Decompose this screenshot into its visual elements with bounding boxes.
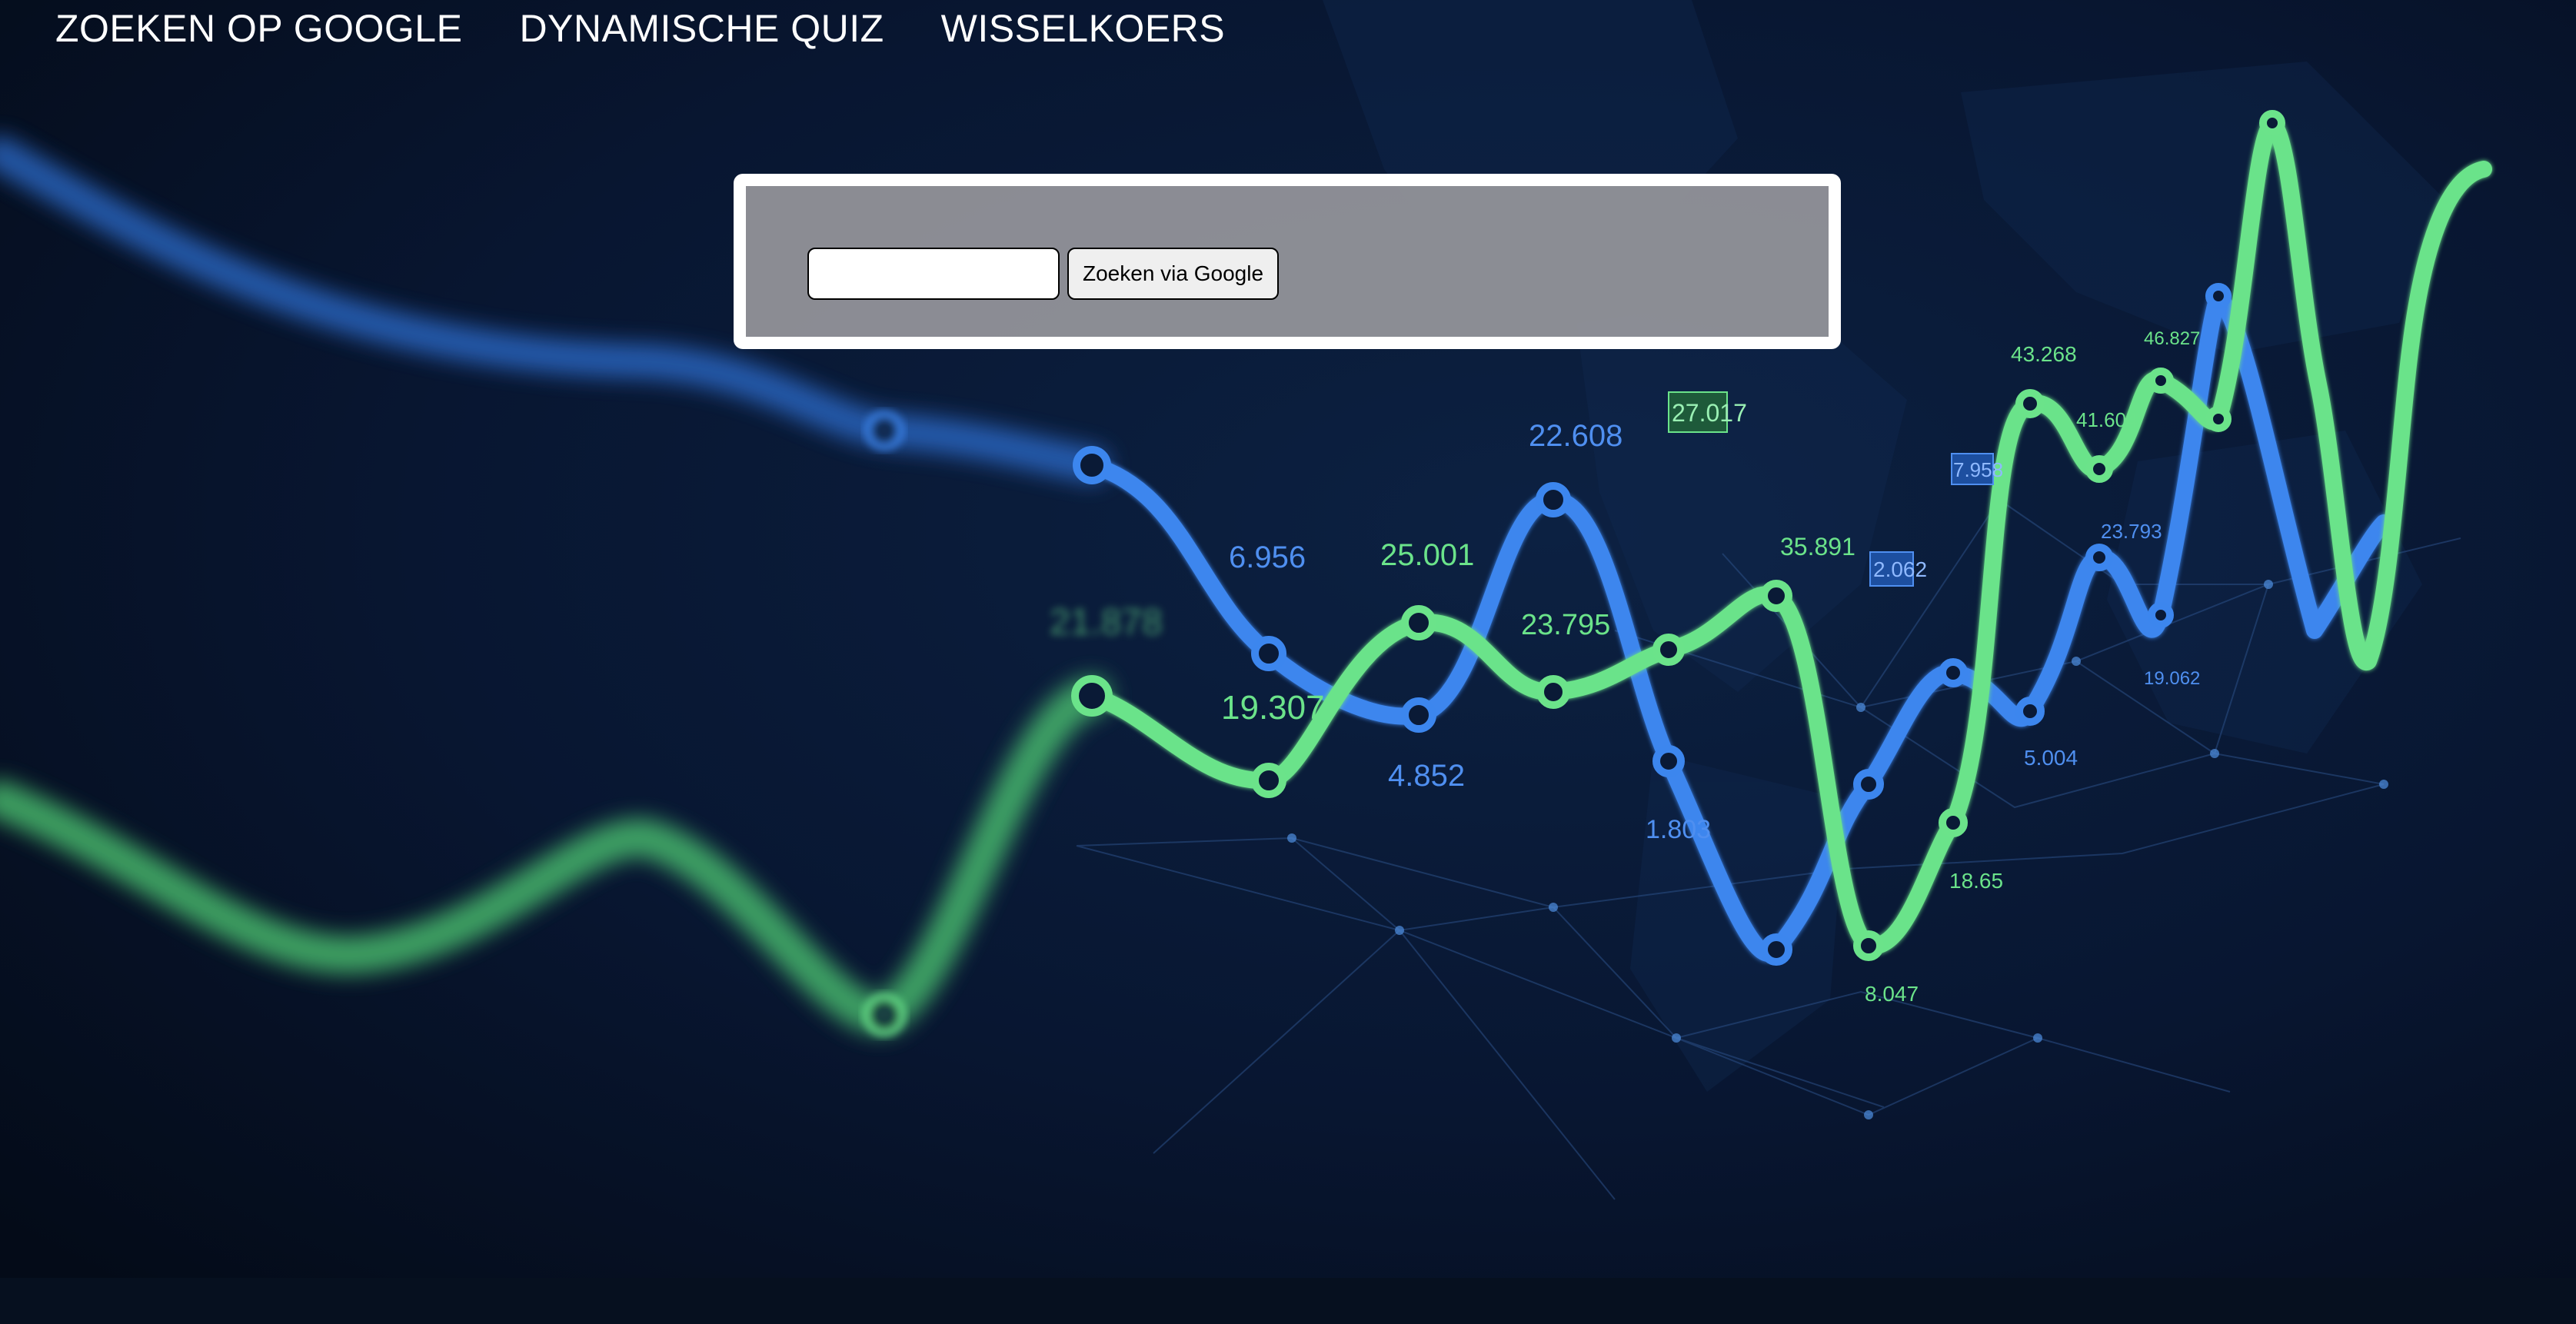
- svg-text:35.891: 35.891: [1780, 533, 1855, 561]
- svg-text:23.795: 23.795: [1521, 609, 1610, 641]
- search-form: Zoeken via Google: [807, 248, 1280, 300]
- svg-text:1.803: 1.803: [1646, 815, 1711, 844]
- svg-text:23.793: 23.793: [2101, 520, 2162, 543]
- nav-link-wisselkoers[interactable]: WISSELKOERS: [941, 6, 1226, 51]
- nav-link-dynamische-quiz[interactable]: DYNAMISCHE QUIZ: [519, 6, 884, 51]
- svg-text:19.062: 19.062: [2144, 668, 2200, 689]
- search-button[interactable]: Zoeken via Google: [1067, 248, 1280, 300]
- search-input[interactable]: [807, 248, 1060, 300]
- svg-text:22.608: 22.608: [1529, 419, 1622, 453]
- bottom-strip: [0, 1278, 2576, 1324]
- svg-text:5.004: 5.004: [2024, 746, 2078, 770]
- nav-link-zoeken-op-google[interactable]: ZOEKEN OP GOOGLE: [55, 6, 462, 51]
- search-panel: Zoeken via Google: [734, 174, 1841, 349]
- svg-text:19.307: 19.307: [1221, 689, 1325, 727]
- svg-text:21.878: 21.878: [1050, 602, 1163, 643]
- page: 6.956 22.608 4.852 1.803 5.004 23.793 19…: [0, 0, 2576, 1324]
- top-nav: ZOEKEN OP GOOGLE DYNAMISCHE QUIZ WISSELK…: [55, 0, 1225, 57]
- svg-text:8.047: 8.047: [1865, 982, 1919, 1006]
- svg-text:41.604: 41.604: [2076, 408, 2138, 431]
- svg-text:27.017: 27.017: [1672, 399, 1747, 427]
- svg-text:43.268: 43.268: [2011, 342, 2077, 366]
- svg-text:6.956: 6.956: [1229, 541, 1306, 574]
- svg-text:7.958: 7.958: [1953, 458, 2003, 481]
- svg-text:2.062: 2.062: [1873, 557, 1927, 581]
- svg-text:46.827: 46.827: [2144, 328, 2200, 349]
- svg-text:25.001: 25.001: [1380, 538, 1474, 572]
- svg-text:18.65: 18.65: [1949, 869, 2003, 893]
- svg-text:4.852: 4.852: [1388, 759, 1465, 793]
